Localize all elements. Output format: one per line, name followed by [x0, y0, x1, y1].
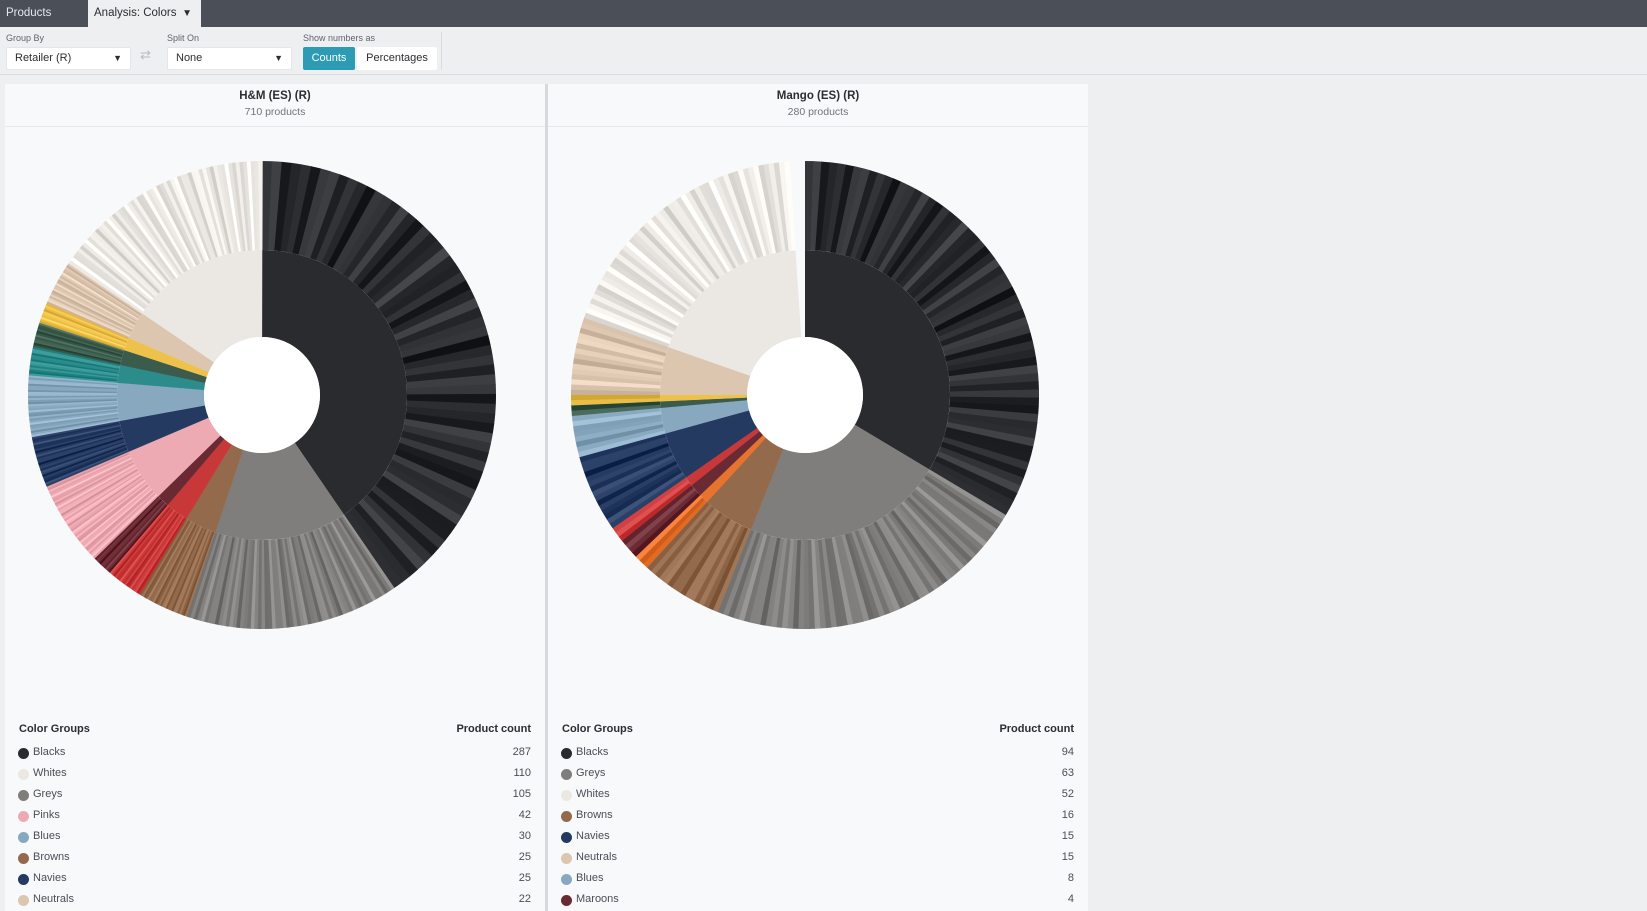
legend-label: Browns: [33, 851, 70, 863]
legend-item[interactable]: Whites 110: [18, 767, 531, 787]
legend-label: Greys: [33, 788, 63, 800]
retailer-panel-hm: H&M (ES) (R) 710 products Color Groups P…: [5, 84, 545, 911]
swap-icon[interactable]: ⇄: [140, 47, 151, 63]
toolbar: Group By Retailer (R) ▼ Split On None ▼ …: [0, 27, 1647, 75]
legend-label: Pinks: [33, 809, 60, 821]
legend-count: 105: [512, 788, 531, 800]
legend-count: 30: [518, 830, 531, 842]
split-on-select[interactable]: None ▼: [167, 47, 292, 70]
legend-item[interactable]: Browns 16: [561, 809, 1074, 829]
legend-count: 22: [518, 893, 531, 905]
split-on-value: None: [176, 52, 203, 64]
legend-item[interactable]: Greys 63: [561, 767, 1074, 787]
legend-header-product-count: Product count: [999, 723, 1074, 735]
group-by-value: Retailer (R): [15, 52, 72, 64]
tab-analysis-label: Analysis: Colors: [94, 7, 177, 19]
legend-swatch: [18, 769, 29, 780]
legend-swatch: [18, 832, 29, 843]
legend-label: Blues: [33, 830, 61, 842]
chevron-down-icon: ▼: [113, 53, 122, 63]
legend-count: 25: [518, 872, 531, 884]
legend-item[interactable]: Navies 25: [18, 872, 531, 892]
legend-item[interactable]: Greys 105: [18, 788, 531, 808]
legend-label: Neutrals: [33, 893, 74, 905]
counts-button[interactable]: Counts: [303, 47, 355, 70]
legend-count: 52: [1061, 788, 1074, 800]
legend-label: Maroons: [576, 893, 619, 905]
percentages-button[interactable]: Percentages: [357, 47, 437, 70]
legend-label: Navies: [576, 830, 610, 842]
tab-analysis-colors[interactable]: Analysis: Colors ▼: [88, 0, 201, 27]
legend-count: 42: [518, 809, 531, 821]
split-on-label: Split On: [167, 33, 200, 43]
chevron-down-icon: ▼: [274, 53, 283, 63]
legend-item[interactable]: Neutrals 22: [18, 893, 531, 911]
legend-item[interactable]: Neutrals 15: [561, 851, 1074, 871]
legend-item[interactable]: Blacks 287: [18, 746, 531, 766]
legend-swatch: [561, 811, 572, 822]
chart-center-hole: [204, 337, 320, 453]
legend-label: Neutrals: [576, 851, 617, 863]
legend-count: 8: [1067, 872, 1074, 884]
legend-item[interactable]: Browns 25: [18, 851, 531, 871]
legend-item[interactable]: Maroons 4: [561, 893, 1074, 911]
legend-label: Navies: [33, 872, 67, 884]
legend-swatch: [18, 790, 29, 801]
retailer-panel-mango: Mango (ES) (R) 280 products Color Groups…: [548, 84, 1088, 911]
tab-products[interactable]: Products (990): [0, 0, 84, 46]
legend-label: Browns: [576, 809, 613, 821]
legend-swatch: [561, 790, 572, 801]
legend-label: Blues: [576, 872, 604, 884]
legend-count: 63: [1061, 767, 1074, 779]
legend-swatch: [561, 748, 572, 759]
legend-swatch: [18, 748, 29, 759]
legend-item[interactable]: Whites 52: [561, 788, 1074, 808]
chart-center-hole: [747, 337, 863, 453]
legend-item[interactable]: Navies 15: [561, 830, 1074, 850]
color-sunburst-chart[interactable]: [548, 84, 1088, 724]
tab-bar: Products (990) Analysis: Colors ▼: [0, 0, 1647, 46]
legend-count: 287: [512, 746, 531, 758]
legend-label: Blacks: [576, 746, 609, 758]
legend-label: Whites: [576, 788, 610, 800]
legend-item[interactable]: Blues 8: [561, 872, 1074, 892]
legend-swatch: [18, 895, 29, 906]
legend-label: Whites: [33, 767, 67, 779]
legend-item[interactable]: Blacks 94: [561, 746, 1074, 766]
legend-count: 15: [1061, 830, 1074, 842]
legend-swatch: [18, 874, 29, 885]
toolbar-divider: [441, 32, 442, 70]
legend-count: 4: [1067, 893, 1074, 905]
legend-item[interactable]: Blues 30: [18, 830, 531, 850]
legend-count: 110: [513, 767, 531, 779]
legend-swatch: [561, 874, 572, 885]
legend-item[interactable]: Pinks 42: [18, 809, 531, 829]
group-by-select[interactable]: Retailer (R) ▼: [6, 47, 131, 70]
legend-swatch: [561, 853, 572, 864]
chevron-down-icon: ▼: [182, 8, 192, 19]
legend-count: 15: [1061, 851, 1074, 863]
legend-count: 94: [1061, 746, 1074, 758]
color-sunburst-chart[interactable]: [5, 84, 545, 724]
legend-swatch: [561, 769, 572, 780]
show-numbers-label: Show numbers as: [303, 33, 376, 43]
legend-count: 16: [1061, 809, 1074, 821]
legend-swatch: [18, 853, 29, 864]
legend-header-product-count: Product count: [456, 723, 531, 735]
legend-swatch: [18, 811, 29, 822]
legend-header-color-groups: Color Groups: [562, 723, 633, 735]
legend-header-color-groups: Color Groups: [19, 723, 90, 735]
group-by-label: Group By: [6, 33, 45, 43]
legend-count: 25: [518, 851, 531, 863]
legend-label: Blacks: [33, 746, 66, 758]
legend-swatch: [561, 895, 572, 906]
legend-swatch: [561, 832, 572, 843]
legend-label: Greys: [576, 767, 606, 779]
